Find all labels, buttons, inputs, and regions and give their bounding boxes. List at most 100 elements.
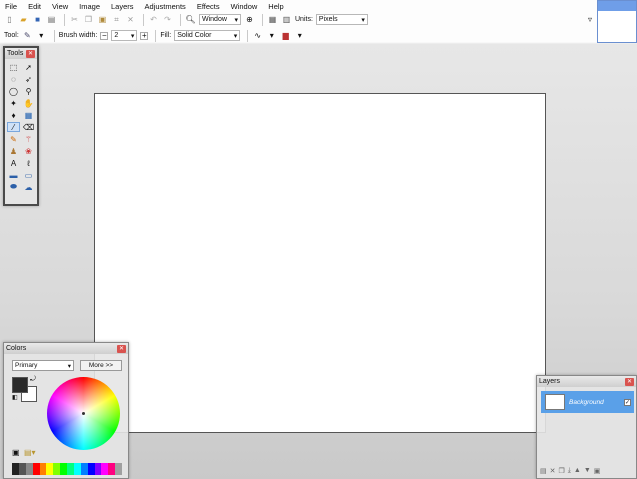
open-icon[interactable]: ▰ bbox=[18, 14, 29, 25]
palette-swatch[interactable] bbox=[25, 463, 33, 475]
palette-swatch[interactable] bbox=[67, 463, 74, 475]
duplicate-layer-icon[interactable]: ❐ bbox=[559, 467, 565, 475]
palette-swatch[interactable] bbox=[115, 463, 122, 475]
ellipse-select-icon[interactable]: ◯ bbox=[7, 86, 20, 96]
rounded-rectangle-icon[interactable]: ▭ bbox=[22, 170, 35, 180]
close-icon[interactable]: ✕ bbox=[26, 49, 35, 58]
line-curve-icon[interactable]: ℓ bbox=[22, 158, 35, 168]
menu-view[interactable]: View bbox=[52, 2, 68, 11]
plus-icon[interactable]: + bbox=[140, 31, 149, 40]
panel-arrow-icon[interactable]: ▿ bbox=[588, 15, 592, 24]
antialias-icon[interactable]: ∿ bbox=[252, 30, 263, 41]
primary-color-swatch[interactable] bbox=[12, 377, 28, 393]
palette-swatch[interactable] bbox=[87, 463, 95, 475]
palette-swatch[interactable] bbox=[32, 463, 40, 475]
menu-file[interactable]: File bbox=[5, 2, 17, 11]
palette-swatch[interactable] bbox=[73, 463, 81, 475]
ruler-icon[interactable]: ▥ bbox=[281, 14, 292, 25]
layer-properties-icon[interactable]: ▣ bbox=[594, 467, 601, 475]
paint-bucket-icon[interactable]: ♦ bbox=[7, 110, 20, 120]
zoom-icon[interactable]: 🔍︎ bbox=[185, 14, 196, 25]
palette-swatch[interactable] bbox=[18, 463, 26, 475]
more-button[interactable]: More >> bbox=[80, 360, 122, 371]
color-wheel[interactable] bbox=[47, 377, 120, 450]
add-layer-icon[interactable]: ▤ bbox=[540, 467, 547, 475]
menu-image[interactable]: Image bbox=[79, 2, 100, 11]
menu-help[interactable]: Help bbox=[268, 2, 283, 11]
reset-colors-icon[interactable]: ◧ bbox=[12, 394, 18, 401]
menu-window[interactable]: Window bbox=[231, 2, 258, 11]
swap-colors-icon[interactable]: ⤾ bbox=[30, 376, 36, 384]
crop-icon[interactable]: ⌗ bbox=[111, 14, 122, 25]
palette-swatch[interactable] bbox=[39, 463, 47, 475]
image-thumbnail[interactable] bbox=[597, 0, 637, 43]
palette-icon[interactable]: ▣ bbox=[12, 448, 20, 457]
eraser-icon[interactable]: ⌫ bbox=[22, 122, 35, 132]
freeform-shape-icon[interactable]: ☁ bbox=[22, 182, 35, 192]
delete-layer-icon[interactable]: ✕ bbox=[550, 467, 556, 475]
move-selection-icon[interactable]: ➚ bbox=[22, 62, 35, 72]
menu-adjustments[interactable]: Adjustments bbox=[145, 2, 186, 11]
minus-icon[interactable]: − bbox=[100, 31, 109, 40]
palette-swatch[interactable] bbox=[60, 463, 67, 475]
palette-swatch[interactable] bbox=[46, 463, 54, 475]
units-combo[interactable]: Pixels ▾ bbox=[315, 14, 368, 25]
grid-icon[interactable]: ▦ bbox=[267, 14, 278, 25]
zoom-tool-icon[interactable]: ⚲ bbox=[22, 86, 35, 96]
color-picker-icon[interactable]: ⚚ bbox=[22, 134, 35, 144]
menu-edit[interactable]: Edit bbox=[28, 2, 41, 11]
cut-icon[interactable]: ✂ bbox=[69, 14, 80, 25]
layers-title-bar[interactable]: Layers ✕ bbox=[537, 376, 636, 387]
magic-wand-icon[interactable]: ✦ bbox=[7, 98, 20, 108]
color-mode-select[interactable]: Primary ▾ bbox=[12, 360, 74, 371]
text-icon[interactable]: A bbox=[7, 158, 20, 168]
chevron-down-icon[interactable]: ▾ bbox=[36, 30, 47, 41]
gradient-icon[interactable]: ▦ bbox=[22, 110, 35, 120]
fill-combo[interactable]: Solid Color ▾ bbox=[174, 30, 241, 41]
redo-icon[interactable]: ↷ bbox=[162, 14, 173, 25]
blend-mode-icon[interactable]: ▆ bbox=[280, 30, 291, 41]
pan-icon[interactable]: ✋ bbox=[22, 98, 35, 108]
paste-icon[interactable]: ▣ bbox=[97, 14, 108, 25]
tools-title-bar[interactable]: Tools ✕ bbox=[5, 48, 37, 59]
close-icon[interactable]: ✕ bbox=[117, 344, 126, 353]
move-selected-icon[interactable]: ➶ bbox=[22, 74, 35, 84]
merge-layer-icon[interactable]: ⤓ bbox=[568, 467, 571, 475]
rectangle-icon[interactable]: ▬ bbox=[7, 170, 20, 180]
pencil-icon[interactable]: ✎ bbox=[22, 30, 33, 41]
print-icon[interactable]: ▤ bbox=[46, 14, 57, 25]
recolor-icon[interactable]: ❀ bbox=[22, 146, 35, 156]
move-layer-down-icon[interactable]: ▼ bbox=[584, 467, 591, 475]
palette-menu-icon[interactable]: ▤▾ bbox=[24, 448, 36, 457]
rectangle-select-icon[interactable]: ⬚ bbox=[7, 62, 20, 72]
palette-swatch[interactable] bbox=[94, 463, 102, 475]
palette-swatch[interactable] bbox=[12, 463, 19, 475]
zoom-combo[interactable]: Window ▾ bbox=[199, 14, 241, 25]
palette-swatch[interactable] bbox=[108, 463, 116, 475]
drawing-canvas[interactable] bbox=[94, 93, 546, 433]
ellipse-icon[interactable]: ⬬ bbox=[7, 182, 20, 192]
new-icon[interactable]: ▯ bbox=[4, 14, 15, 25]
undo-icon[interactable]: ↶ bbox=[148, 14, 159, 25]
move-layer-up-icon[interactable]: ▲ bbox=[574, 467, 581, 475]
save-icon[interactable]: ■ bbox=[32, 14, 43, 25]
copy-icon[interactable]: ❐ bbox=[83, 14, 94, 25]
chevron-down-icon[interactable]: ▾ bbox=[294, 30, 305, 41]
paintbrush-icon[interactable]: ⁄ bbox=[7, 122, 20, 132]
layer-visibility-checkbox[interactable]: ✓ bbox=[624, 398, 631, 406]
menu-effects[interactable]: Effects bbox=[197, 2, 220, 11]
layer-row[interactable]: Background ✓ bbox=[541, 391, 634, 413]
menu-layers[interactable]: Layers bbox=[111, 2, 134, 11]
palette-swatch[interactable] bbox=[101, 463, 109, 475]
lasso-icon[interactable]: ◌ bbox=[7, 74, 20, 84]
colors-title-bar[interactable]: Colors ✕ bbox=[4, 343, 128, 354]
close-icon[interactable]: ✕ bbox=[625, 377, 634, 386]
clone-stamp-icon[interactable]: ♟ bbox=[7, 146, 20, 156]
deselect-icon[interactable]: ⨯ bbox=[125, 14, 136, 25]
palette-swatch[interactable] bbox=[80, 463, 88, 475]
brush-width-combo[interactable]: 2 ▾ bbox=[111, 30, 138, 41]
chevron-down-icon[interactable]: ▾ bbox=[266, 30, 277, 41]
pencil-tool-icon[interactable]: ✎ bbox=[7, 134, 20, 144]
zoom-in-icon[interactable]: ⊕ bbox=[244, 14, 255, 25]
palette-swatch[interactable] bbox=[53, 463, 61, 475]
